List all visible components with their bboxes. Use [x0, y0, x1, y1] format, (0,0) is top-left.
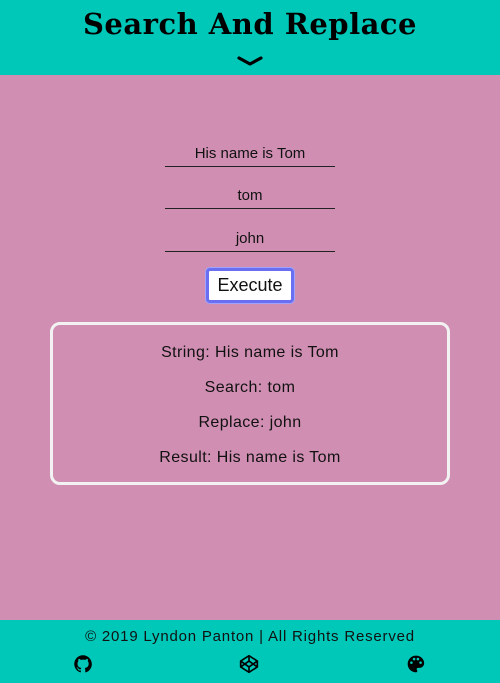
result-string-line: String: His name is Tom — [161, 344, 339, 361]
app-header: Search And Replace — [0, 0, 500, 75]
copyright-text: © 2019 Lyndon Panton | All Rights Reserv… — [85, 628, 415, 645]
result-replace-line: Replace: john — [198, 414, 302, 431]
execute-button[interactable]: Execute — [206, 268, 294, 303]
string-input[interactable] — [165, 141, 335, 167]
page-title: Search And Replace — [82, 7, 417, 41]
search-input[interactable] — [165, 183, 335, 209]
result-search-line: Search: tom — [204, 379, 296, 396]
chevron-down-icon[interactable] — [236, 54, 264, 68]
codepen-icon[interactable] — [239, 654, 259, 674]
replace-input[interactable] — [165, 226, 335, 252]
result-output-line: Result: His name is Tom — [159, 449, 341, 466]
results-panel: String: His name is Tom Search: tom Repl… — [50, 322, 450, 485]
palette-icon[interactable] — [406, 654, 426, 674]
app-footer: © 2019 Lyndon Panton | All Rights Reserv… — [0, 620, 500, 683]
github-icon[interactable] — [73, 654, 93, 674]
